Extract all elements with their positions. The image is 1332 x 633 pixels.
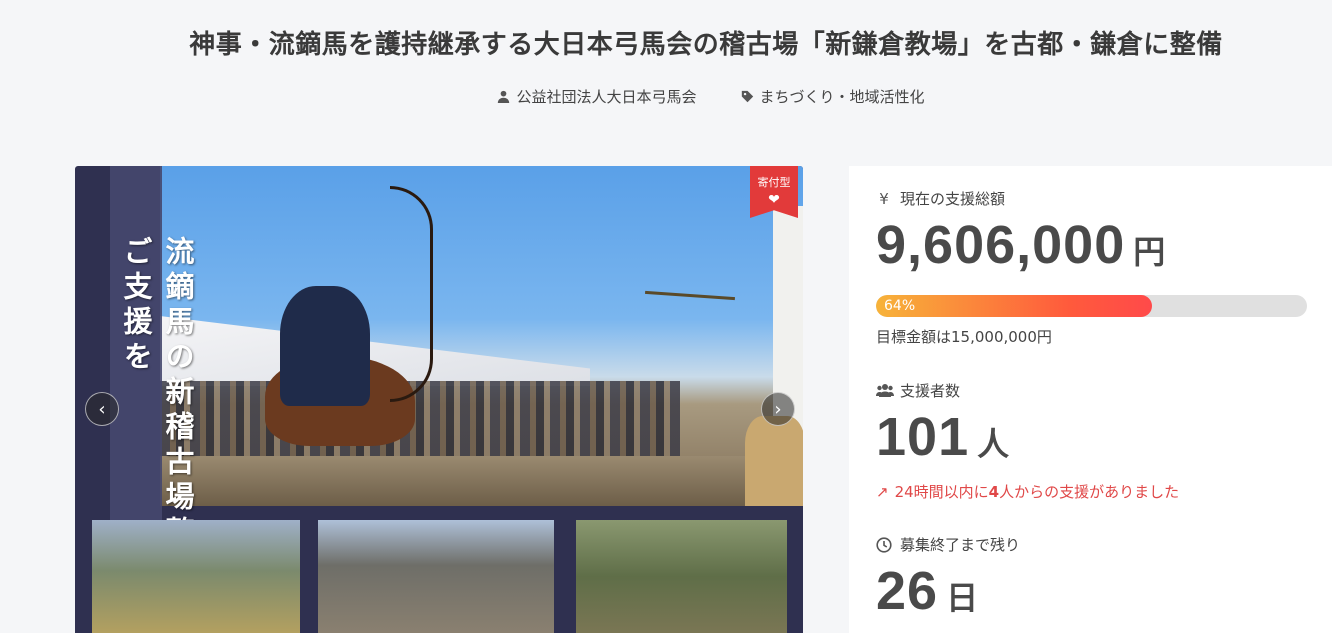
user-icon [498, 90, 510, 103]
progress-fill: 64% [876, 295, 1152, 317]
remaining-days: 26 日 [876, 560, 978, 622]
photo-bow [390, 186, 433, 402]
total-amount-unit: 円 [1133, 234, 1166, 270]
remaining-label-text: 募集終了まで残り [900, 536, 1021, 554]
funding-panel: ¥ 現在の支援総額 9,606,000 円 64% 目標金額は15,000,000… [849, 166, 1332, 633]
heart-hand-icon: ❤ [768, 192, 780, 208]
total-amount: 9,606,000 円 [876, 214, 1165, 276]
trend-count: 4 [988, 483, 1000, 501]
donation-type-badge: 寄付型 ❤ [750, 166, 798, 218]
carousel-next-button[interactable]: › [761, 392, 795, 426]
trend-text: 24時間以内に4人からの支援がありました [895, 481, 1180, 502]
supporters-count: 101 人 [876, 406, 1009, 468]
thumbnail-photo [318, 520, 554, 633]
photo-rider [280, 286, 370, 406]
photo-ground [160, 456, 803, 506]
thumbnail-photo [92, 520, 300, 633]
total-label: ¥ 現在の支援総額 [876, 188, 1005, 209]
trending-up-icon: ↗ [876, 482, 889, 501]
photo-arrow [645, 290, 735, 301]
yen-icon: ¥ [879, 189, 889, 208]
main-photo [160, 166, 803, 506]
project-meta: 公益社団法人大日本弓馬会 まちづくり・地域活性化 [0, 86, 1332, 107]
recent-support-notice: ↗ 24時間以内に4人からの支援がありました [876, 481, 1179, 502]
chevron-left-icon: ‹ [98, 398, 106, 420]
carousel-prev-button[interactable]: ‹ [85, 392, 119, 426]
project-title: 神事・流鏑馬を護持継承する大日本弓馬会の稽古場「新鎌倉教場」を古都・鎌倉に整備 [189, 30, 1223, 60]
photo-archers [745, 416, 803, 506]
total-amount-value: 9,606,000 [876, 215, 1126, 275]
remaining-unit: 日 [946, 580, 979, 616]
goal-amount: 目標金額は15,000,000円 [876, 328, 1052, 346]
clock-icon [876, 536, 892, 553]
supporters-label-text: 支援者数 [900, 382, 961, 400]
hero-carousel[interactable]: 流鏑馬の新稽古場整備にご支援を 寄付型 ❤ ‹ › [75, 166, 803, 633]
photo-crowd [160, 381, 680, 461]
badge-label: 寄付型 [757, 176, 791, 189]
remaining-value: 26 [876, 561, 939, 621]
chevron-right-icon: › [774, 398, 782, 420]
total-label-text: 現在の支援総額 [900, 190, 1006, 208]
users-icon [876, 383, 894, 399]
tag-icon [741, 90, 753, 103]
owner-name: 公益社団法人大日本弓馬会 [516, 88, 697, 106]
category-link[interactable]: まちづくり・地域活性化 [741, 86, 925, 107]
owner-link[interactable]: 公益社団法人大日本弓馬会 [497, 86, 697, 107]
category-name: まちづくり・地域活性化 [759, 88, 925, 106]
supporters-value: 101 [876, 407, 970, 467]
trend-prefix: 24時間以内に [894, 483, 989, 501]
trend-suffix: 人からの支援がありました [999, 483, 1180, 501]
thumbnail-photo [576, 520, 787, 633]
progress-bar: 64% [876, 295, 1307, 317]
supporters-label: 支援者数 [876, 380, 960, 401]
remaining-label: 募集終了まで残り [876, 534, 1020, 555]
supporters-unit: 人 [977, 426, 1010, 462]
